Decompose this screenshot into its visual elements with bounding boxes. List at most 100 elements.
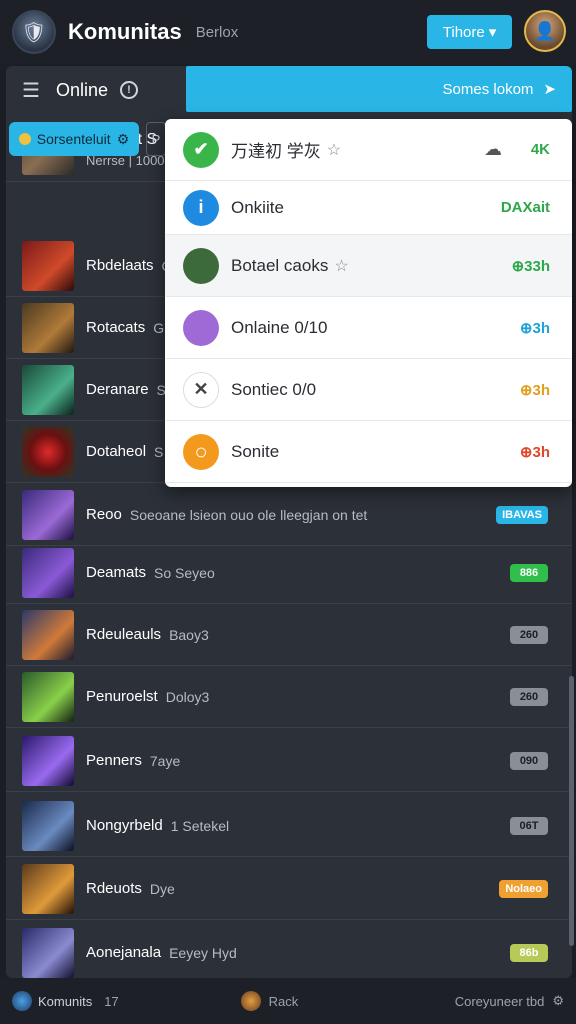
list-item-title: Penners bbox=[86, 752, 142, 769]
list-item-subtitle: Doloy3 bbox=[165, 688, 210, 705]
status-badge: 886 bbox=[510, 563, 548, 582]
top-menu-button-label: Tihore bbox=[442, 23, 485, 41]
list-item[interactable]: Reoo Soeoane lsieon ouo ole lleegjan on t… bbox=[6, 484, 572, 546]
dropdown-item-label: Sontiec 0/0 bbox=[231, 379, 317, 399]
community-icon bbox=[12, 991, 32, 1011]
app-title: Komunitas bbox=[68, 19, 182, 44]
dropdown-item[interactable]: ✔ 万達初 学灰 ☆ ☁ 4K bbox=[165, 119, 572, 181]
thumbnail bbox=[22, 735, 74, 786]
app-logo: 🛡 bbox=[12, 10, 56, 54]
dropdown-item-label: Botael caoks bbox=[231, 255, 329, 275]
thumbnail bbox=[22, 609, 74, 660]
chevron-down-icon: ▾ bbox=[488, 24, 497, 41]
list-item[interactable]: Penners 7aye 090 bbox=[6, 730, 572, 792]
status-badge: Nolaeo bbox=[499, 879, 548, 898]
star-icon[interactable]: ☆ bbox=[334, 256, 348, 276]
top-menu-button[interactable]: Tihore ▾ bbox=[427, 15, 512, 49]
list-item-title: Deamats bbox=[86, 564, 147, 581]
dropdown-item-value: ⊕33h bbox=[511, 257, 550, 275]
info-circle-icon: i bbox=[183, 189, 219, 226]
dropdown-item[interactable]: Botael caoks ☆ ⊕33h bbox=[165, 235, 572, 297]
bottom-left-count: 17 bbox=[104, 993, 119, 1009]
thumbnail bbox=[22, 489, 74, 540]
list-item-title: Dotaheol bbox=[86, 443, 147, 460]
dropdown-item[interactable]: Onlaine 0/10 ⊕3h bbox=[165, 297, 572, 359]
list-item[interactable]: Rdeuleauls Baoy3 260 bbox=[6, 604, 572, 666]
thumbnail bbox=[22, 547, 74, 598]
app-root: 🛡 Komunitas Berlox Tihore ▾ 👤 ☰ Online !… bbox=[0, 0, 576, 1024]
bottom-mid-label[interactable]: Rack bbox=[269, 994, 299, 1009]
dropdown-item-value: ⊕3h bbox=[519, 381, 550, 399]
dropdown-item-label: Sonite bbox=[231, 441, 280, 461]
status-dropdown: ✔ 万達初 学灰 ☆ ☁ 4K i Onkiite DAXait Botael caoks ☆ ⊕3… bbox=[165, 119, 572, 487]
ring-icon: ○ bbox=[183, 433, 219, 470]
sword-icon: ✕ bbox=[183, 371, 219, 408]
dropdown-item[interactable]: i Onkiite DAXait bbox=[165, 181, 572, 235]
hamburger-menu-icon[interactable]: ☰ bbox=[22, 78, 40, 103]
search-label: Somes lokom bbox=[442, 80, 534, 98]
panel-title: Online bbox=[55, 79, 108, 100]
list-item[interactable]: Aonejanala Eeyey Hyd 86b bbox=[6, 922, 572, 984]
filter-chip-secondary[interactable]: P bbox=[146, 122, 166, 156]
status-badge: 86b bbox=[510, 943, 548, 962]
list-item-title: Penuroelst bbox=[86, 688, 158, 705]
list-item[interactable]: Deamats So Seyeo 886 bbox=[6, 542, 572, 604]
dropdown-item-label: Onlaine 0/10 bbox=[231, 317, 328, 337]
dropdown-item-label: 万達初 学灰 bbox=[231, 142, 321, 161]
filter-chip-label: Sorsenteluit bbox=[36, 131, 111, 147]
user-avatar[interactable]: 👤 bbox=[524, 10, 566, 52]
list-item-subtitle: Baoy3 bbox=[169, 626, 209, 643]
cloud-icon[interactable]: ☁ bbox=[484, 139, 502, 160]
list-item-title: Rdeuots bbox=[86, 880, 142, 897]
bottom-right-label[interactable]: Coreyuneer tbd bbox=[455, 994, 545, 1009]
list-item[interactable]: Rdeuots Dye Nolaeo bbox=[6, 858, 572, 920]
status-badge: 260 bbox=[510, 625, 548, 644]
settings-icon[interactable]: ⚙ bbox=[552, 993, 564, 1009]
bottom-left-label[interactable]: Komunits bbox=[38, 994, 92, 1009]
coin-icon bbox=[18, 133, 31, 145]
thumbnail bbox=[22, 240, 74, 291]
list-item-title: Reoo bbox=[86, 506, 122, 523]
thumbnail bbox=[22, 364, 74, 415]
app-subtitle: Berlox bbox=[195, 23, 239, 41]
avatar bbox=[183, 247, 219, 284]
status-badge: 06T bbox=[510, 816, 548, 835]
list-item-subtitle: G bbox=[153, 319, 165, 336]
dropdown-item-value: ⊕3h bbox=[519, 319, 550, 337]
filter-chip[interactable]: Sorsenteluit ⚙ bbox=[9, 122, 139, 156]
bottom-bar: Komunits 17 Rack Coreyuneer tbd ⚙ bbox=[0, 978, 576, 1024]
info-icon[interactable]: ! bbox=[119, 81, 138, 99]
dropdown-item-value: DAXait bbox=[500, 199, 550, 216]
dropdown-item-label: Onkiite bbox=[231, 197, 284, 217]
dropdown-item-value: ⊕3h bbox=[519, 443, 550, 461]
list-item-subtitle: Soeoane lsieon ouo ole lleegjan on tet bbox=[129, 506, 368, 523]
send-icon[interactable]: ➤ bbox=[543, 80, 556, 98]
list-item[interactable]: Nongyrbeld 1 Setekel 06T bbox=[6, 795, 572, 857]
status-badge: 090 bbox=[510, 751, 548, 770]
top-bar: 🛡 Komunitas Berlox Tihore ▾ 👤 bbox=[0, 0, 576, 64]
thumbnail bbox=[22, 927, 74, 978]
settings-icon: ⚙ bbox=[116, 130, 130, 147]
list-item-title: Rbdelaats bbox=[86, 257, 154, 274]
list-item-subtitle: 1 Setekel bbox=[170, 817, 230, 834]
list-item-subtitle: 7aye bbox=[149, 752, 181, 769]
list-item-title: Deranare bbox=[86, 381, 149, 398]
dropdown-item[interactable]: ✕ Sontiec 0/0 ⊕3h bbox=[165, 359, 572, 421]
list-item-title: Rotacats bbox=[86, 319, 146, 336]
scrollbar[interactable] bbox=[569, 676, 574, 946]
status-badge: 260 bbox=[510, 687, 548, 706]
thumbnail bbox=[22, 863, 74, 914]
dropdown-item[interactable]: ○ Sonite ⊕3h bbox=[165, 421, 572, 483]
dropdown-item-value: 4K bbox=[530, 141, 550, 158]
list-item-subtitle: Eeyey Hyd bbox=[169, 944, 237, 961]
avatar bbox=[183, 309, 219, 346]
status-badge: IBAVAS bbox=[496, 505, 548, 524]
list-item[interactable]: Penuroelst Doloy3 260 bbox=[6, 666, 572, 728]
thumbnail bbox=[22, 800, 74, 851]
star-icon[interactable]: ☆ bbox=[327, 140, 341, 160]
list-item-title: Rdeuleauls bbox=[86, 626, 162, 643]
rank-icon bbox=[240, 991, 261, 1011]
search-bar[interactable]: Somes lokom ➤ bbox=[186, 66, 572, 112]
thumbnail bbox=[22, 671, 74, 722]
list-item-title: Nongyrbeld bbox=[86, 817, 163, 834]
